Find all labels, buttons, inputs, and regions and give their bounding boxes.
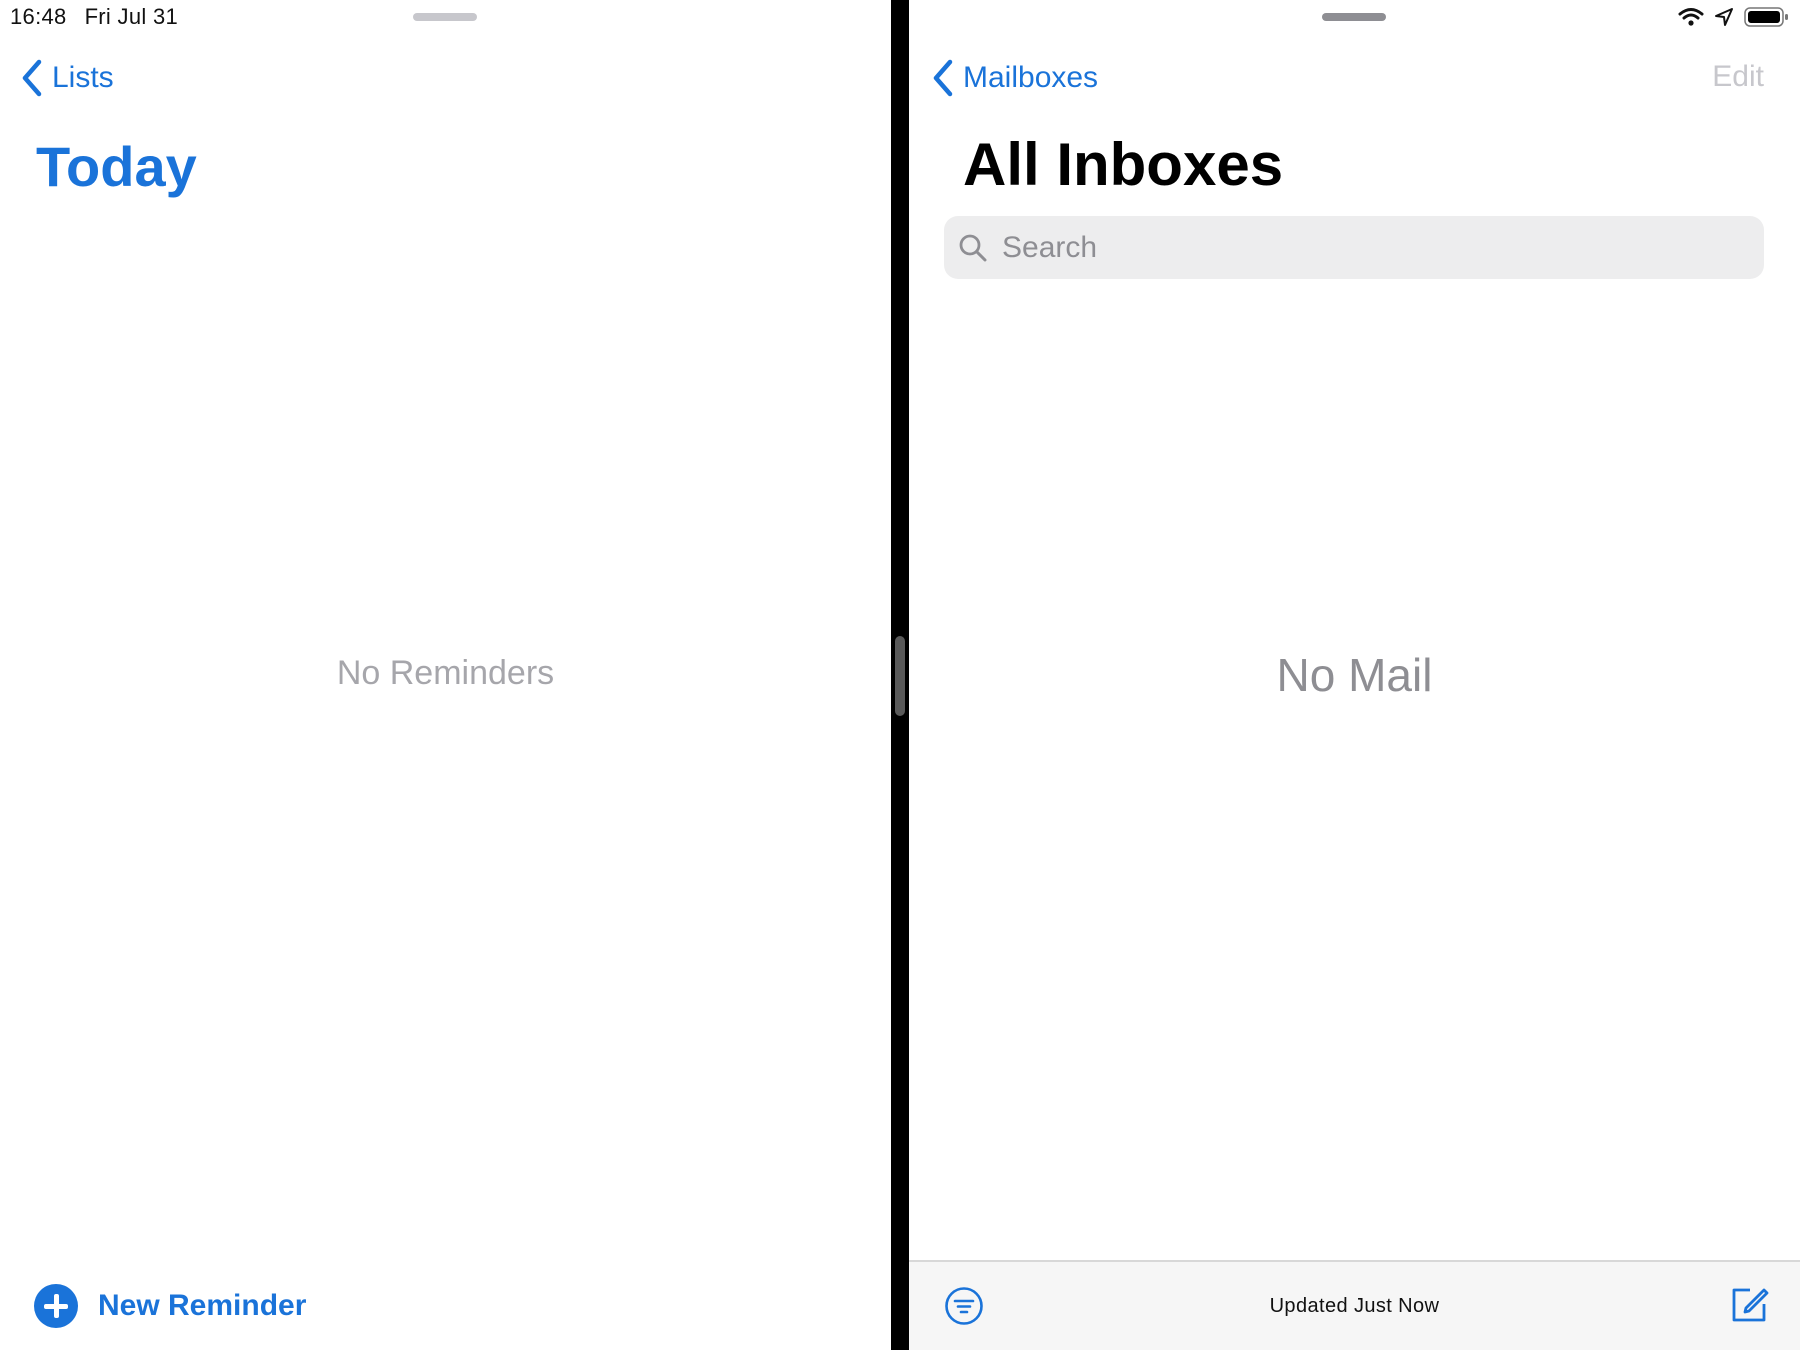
- plus-circle-icon: [34, 1284, 78, 1328]
- status-date: Fri Jul 31: [84, 4, 179, 29]
- location-arrow-icon: [1714, 7, 1734, 32]
- wifi-icon: [1678, 7, 1704, 32]
- new-reminder-label: New Reminder: [98, 1289, 307, 1322]
- page-title: All Inboxes: [963, 131, 1284, 198]
- mail-pane: Mailboxes Edit All Inboxes No Mail Updat…: [909, 0, 1800, 1350]
- empty-state-message: No Mail: [1276, 649, 1433, 701]
- window-grabber-handle[interactable]: [1322, 13, 1386, 21]
- search-bar[interactable]: [944, 216, 1764, 279]
- status-time: 16:48: [10, 4, 67, 29]
- compose-icon: [1732, 1288, 1769, 1322]
- split-view-screen: 16:48 Fri Jul 31 Lists Today No Reminders…: [0, 0, 1800, 1350]
- sync-status-label: Updated Just Now: [1269, 1295, 1440, 1317]
- page-title: Today: [36, 135, 197, 198]
- edit-button[interactable]: Edit: [1712, 60, 1764, 94]
- compose-button[interactable]: [1728, 1284, 1770, 1326]
- back-button-label: Mailboxes: [963, 61, 1099, 94]
- window-grabber-handle[interactable]: [413, 13, 477, 21]
- split-view-divider-handle[interactable]: [895, 636, 905, 716]
- empty-state-message: No Reminders: [336, 654, 555, 692]
- bottom-toolbar: Updated Just Now: [909, 1260, 1800, 1350]
- new-reminder-button[interactable]: New Reminder: [34, 1284, 306, 1328]
- search-input[interactable]: [1002, 230, 1742, 265]
- back-button-label: Lists: [52, 61, 114, 94]
- back-to-mailboxes-button[interactable]: Mailboxes: [931, 58, 1098, 98]
- search-icon: [959, 234, 987, 261]
- status-bar-clock: 16:48 Fri Jul 31: [10, 4, 196, 30]
- back-to-lists-button[interactable]: Lists: [20, 58, 114, 98]
- battery-icon: [1744, 6, 1790, 33]
- reminders-pane: 16:48 Fri Jul 31 Lists Today No Reminders…: [0, 0, 891, 1350]
- chevron-left-icon: [22, 59, 42, 97]
- chevron-left-icon: [933, 59, 953, 97]
- status-bar-icons: [1668, 6, 1790, 33]
